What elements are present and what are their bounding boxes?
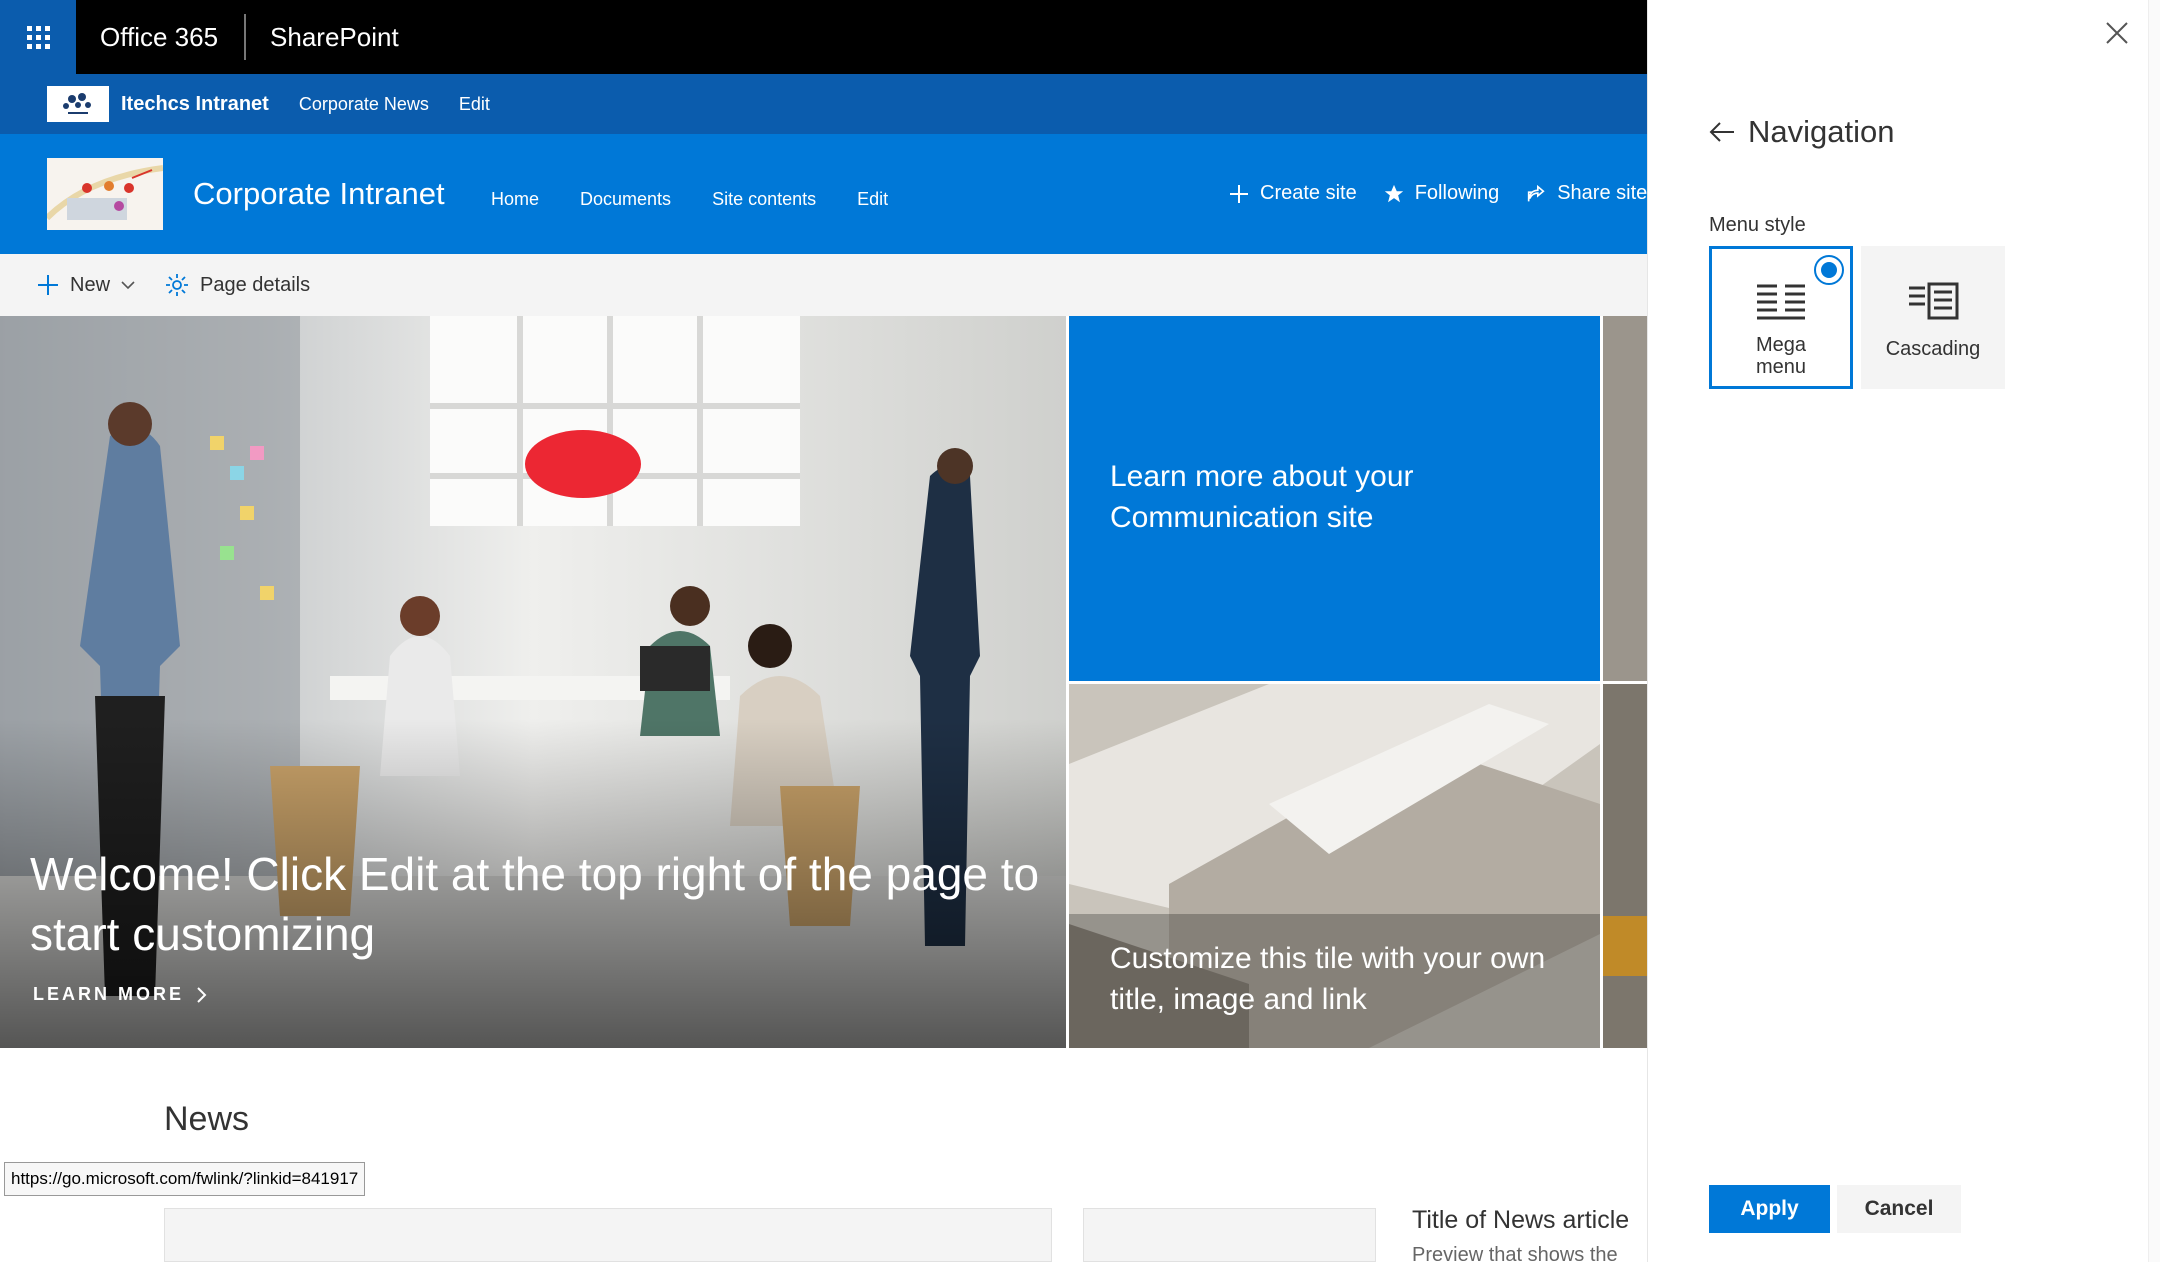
share-site-label: Share site [1557,182,1648,204]
menu-style-label: Menu style [1709,214,1806,236]
mega-menu-option[interactable]: Mega menu [1709,246,1853,389]
status-bar-url: https://go.microsoft.com/fwlink/?linkid=… [4,1162,366,1196]
plus-icon [38,275,58,295]
hero-main-title[interactable]: Welcome! Click Edit at the top right of … [30,844,1050,964]
cascading-option[interactable]: Cascading [1861,246,2005,389]
site-nav-site-contents[interactable]: Site contents [712,189,816,210]
apply-button[interactable]: Apply [1709,1185,1830,1233]
gear-icon [166,274,189,296]
mega-menu-radio[interactable] [1814,255,1844,285]
create-site-button[interactable]: Create site [1228,182,1357,205]
site-logo-image [47,158,163,230]
suite-bar: Office 365 SharePoint [0,0,1647,74]
waffle-icon [26,25,50,49]
hub-logo[interactable] [47,86,109,122]
suite-app-link[interactable]: SharePoint [246,22,399,53]
hero-tile-main[interactable]: Welcome! Click Edit at the top right of … [0,316,1066,1048]
news-card-main[interactable] [164,1208,1052,1262]
learn-more-link[interactable]: LEARN MORE [33,984,208,1005]
following-button[interactable]: Following [1383,182,1499,205]
hub-title-link[interactable]: Itechcs Intranet [121,93,269,116]
chevron-right-icon [197,986,207,1003]
suite-brand-link[interactable]: Office 365 [76,22,244,53]
navigation-panel: Navigation Menu style Mega menu Cascadin… [1647,0,2160,1262]
chevron-down-icon [121,281,135,290]
app-launcher-button[interactable] [0,0,76,74]
star-icon [1384,184,1403,202]
site-actions: Create site Following Share site [1228,182,1647,205]
hero-webpart: Welcome! Click Edit at the top right of … [0,316,1647,1048]
hero-tile-partial[interactable] [1603,316,1647,1048]
cancel-button[interactable]: Cancel [1837,1185,1961,1233]
site-title[interactable]: Corporate Intranet [193,176,445,212]
site-nav: Home Documents Site contents Edit [491,189,888,210]
hero-tile-communication-site[interactable]: Learn more about your Communication site [1069,316,1600,681]
news-heading: News [164,1100,250,1138]
new-button[interactable]: New [36,273,136,297]
site-header: Corporate Intranet Home Documents Site c… [0,134,1647,254]
share-site-button[interactable]: Share site [1525,182,1647,205]
following-label: Following [1414,182,1500,204]
hero-tile-customize[interactable]: Customize this tile with your own title,… [1069,684,1600,1048]
tile-communication-site-text: Learn more about your Communication site [1110,460,1414,534]
cascading-menu-icon [1909,282,1959,320]
back-arrow-icon[interactable] [1708,118,1736,146]
hub-link-corporate-news[interactable]: Corporate News [299,94,429,115]
tile-customize-text: Customize this tile with your own title,… [1110,942,1546,1016]
panel-header: Navigation [1708,114,1894,150]
panel-title: Navigation [1748,114,1895,149]
plus-icon [1230,184,1248,203]
mega-menu-label: Mega menu [1755,334,1807,378]
learn-more-label: LEARN MORE [33,984,184,1004]
create-site-label: Create site [1260,182,1357,204]
news-article-preview: Preview that shows the [1412,1244,1618,1266]
news-article-title[interactable]: Title of News article [1412,1206,1629,1235]
hub-navigation: Itechcs Intranet Corporate News Edit [0,74,1647,134]
news-card-secondary[interactable] [1083,1208,1376,1262]
partial-tile-image [1603,316,1647,1048]
panel-scrollbar[interactable] [2148,0,2160,1262]
cascading-label: Cascading [1885,338,1981,360]
new-label: New [70,273,111,296]
site-nav-documents[interactable]: Documents [580,189,671,210]
close-icon[interactable] [2104,20,2130,46]
mega-menu-icon [1757,284,1805,320]
page-details-label: Page details [200,273,311,296]
hub-link-edit[interactable]: Edit [459,94,490,115]
share-icon [1528,184,1545,201]
site-logo[interactable] [47,158,163,230]
page-details-button[interactable]: Page details [164,272,310,298]
site-nav-edit[interactable]: Edit [857,189,888,210]
command-bar: New Page details [0,254,1647,316]
site-nav-home[interactable]: Home [491,189,539,210]
hub-logo-icon [63,93,91,114]
